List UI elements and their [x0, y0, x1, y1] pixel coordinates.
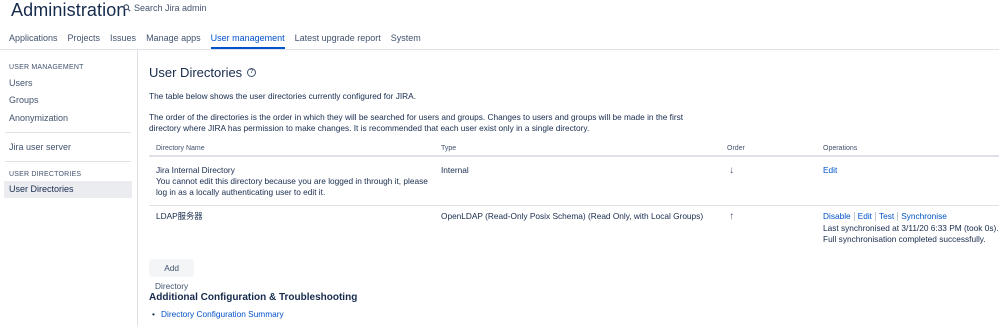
tab-manage-apps[interactable]: Manage apps: [146, 33, 201, 49]
edit-link[interactable]: Edit: [823, 165, 837, 175]
sidebar-heading-user-management: USER MANAGEMENT: [9, 64, 84, 71]
sidebar-item-groups[interactable]: Groups: [9, 95, 39, 105]
directory-note-line2: log in as a locally authenticating user …: [156, 187, 326, 197]
page-title: Administration: [11, 0, 127, 20]
operations: Disable Edit Test Synchronise: [823, 211, 947, 223]
sidebar-item-user-directories[interactable]: User Directories: [4, 181, 132, 198]
tab-system[interactable]: System: [391, 33, 421, 49]
sidebar-item-anonymization[interactable]: Anonymization: [9, 113, 68, 123]
sidebar-divider: [5, 161, 131, 162]
synchronise-link[interactable]: Synchronise: [901, 211, 947, 221]
edit-link[interactable]: Edit: [858, 211, 872, 221]
sidebar-heading-user-directories: USER DIRECTORIES: [9, 171, 82, 178]
sidebar-item-jira-user-server[interactable]: Jira user server: [9, 142, 71, 152]
operations: Edit: [823, 165, 837, 177]
intro-text: The table below shows the user directori…: [149, 91, 417, 101]
main-title: User Directories: [149, 65, 243, 80]
nav-divider: [0, 49, 999, 50]
table-header-row: Directory Name Type Order Operations: [149, 141, 999, 157]
col-header-operations: Operations: [823, 145, 858, 152]
add-directory-button[interactable]: Add Directory: [149, 259, 195, 291]
col-header-type: Type: [441, 145, 457, 152]
section-header: User Directories ?: [149, 65, 257, 80]
sidebar-divider: [5, 132, 131, 133]
directory-type: Internal: [441, 165, 469, 175]
test-link[interactable]: Test: [879, 211, 894, 221]
tab-latest-upgrade-report[interactable]: Latest upgrade report: [295, 33, 381, 49]
sidebar-item-users[interactable]: Users: [9, 78, 33, 88]
tab-projects[interactable]: Projects: [68, 33, 101, 49]
table-row: Jira Internal Directory You cannot edit …: [149, 159, 999, 206]
tab-applications[interactable]: Applications: [9, 33, 58, 49]
admin-nav-tabs: Applications Projects Issues Manage apps…: [9, 33, 431, 49]
directory-name: LDAP服务器: [156, 211, 203, 221]
order-text-line2: directory where JIRA has permission to m…: [149, 123, 590, 133]
search-icon: [123, 4, 131, 12]
col-header-order: Order: [727, 145, 745, 152]
directory-note-line1: You cannot edit this directory because y…: [156, 176, 428, 186]
col-header-name: Directory Name: [156, 145, 205, 152]
ops-separator: [853, 212, 855, 222]
additional-config-heading: Additional Configuration & Troubleshooti…: [149, 292, 358, 303]
move-up-arrow-icon[interactable]: ↑: [729, 211, 734, 222]
top-header: Administration Search Jira admin: [0, 0, 999, 30]
sync-status-line2: Full synchronisation completed successfu…: [823, 234, 986, 244]
directory-config-summary-link[interactable]: Directory Configuration Summary: [152, 309, 284, 319]
sync-status-line1: Last synchronised at 3/11/20 6:33 PM (to…: [823, 223, 999, 233]
search-placeholder: Search Jira admin: [134, 3, 207, 13]
move-down-arrow-icon[interactable]: ↓: [729, 165, 734, 176]
tab-issues[interactable]: Issues: [110, 33, 136, 49]
table-row: LDAP服务器 OpenLDAP (Read-Only Posix Schema…: [149, 207, 999, 251]
help-icon[interactable]: ?: [247, 68, 257, 77]
ops-separator: [874, 212, 876, 222]
admin-search[interactable]: Search Jira admin: [123, 3, 207, 13]
tab-user-management[interactable]: User management: [210, 33, 285, 49]
disable-link[interactable]: Disable: [823, 211, 851, 221]
directory-name: Jira Internal Directory: [156, 165, 235, 175]
sidebar: USER MANAGEMENT Users Groups Anonymizati…: [0, 50, 138, 326]
ops-separator: [897, 212, 899, 222]
directory-type: OpenLDAP (Read-Only Posix Schema) (Read …: [441, 211, 704, 221]
